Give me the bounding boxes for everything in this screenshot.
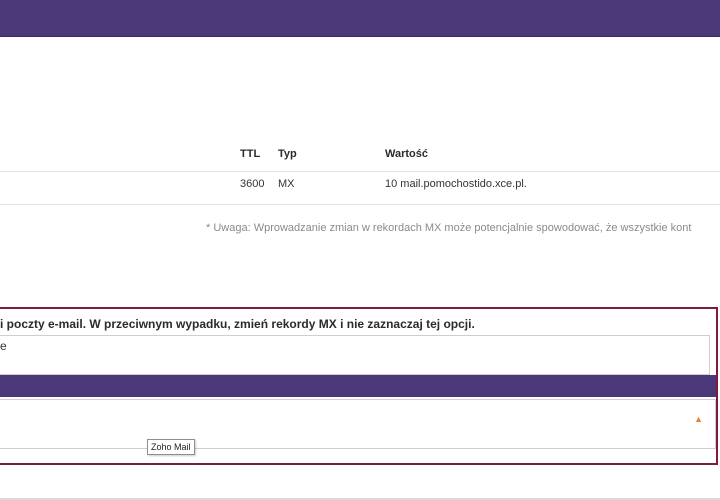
column-header-value: Wartość (385, 148, 428, 160)
mx-textarea[interactable]: e (0, 335, 710, 375)
top-header-bar (0, 0, 720, 37)
mail-provider-select[interactable]: ▲ (0, 399, 716, 449)
mail-provider-panel: i poczty e-mail. W przeciwnym wypadku, z… (0, 307, 718, 465)
column-header-ttl: TTL (240, 148, 261, 160)
cell-ttl: 3600 (240, 178, 265, 190)
column-header-type: Typ (278, 148, 297, 160)
table-header: TTL Typ Wartość (0, 148, 720, 168)
table-row: 3600 MX 10 mail.pomochostido.xce.pl. (0, 178, 720, 198)
cell-value: 10 mail.pomochostido.xce.pl. (385, 178, 527, 190)
panel-warning-text: i poczty e-mail. W przeciwnym wypadku, z… (0, 317, 475, 331)
mx-warning-note: * Uwaga: Wprowadzanie zmian w rekordach … (206, 222, 692, 234)
table-divider-bottom (0, 204, 720, 205)
dropdown-arrow-icon[interactable]: ▲ (694, 414, 703, 424)
cell-type: MX (278, 178, 295, 190)
dropdown-header-strip (0, 375, 716, 397)
option-tooltip: Zoho Mail (147, 439, 195, 455)
table-divider (0, 171, 720, 172)
